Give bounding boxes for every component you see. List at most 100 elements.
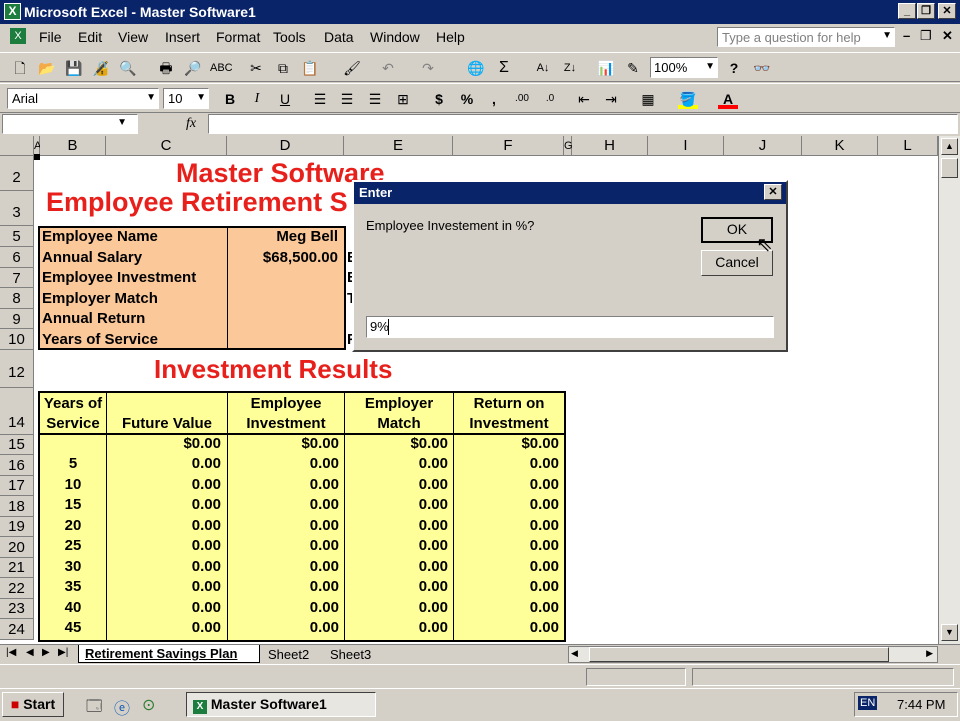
results-cell[interactable]: 0.00 <box>345 619 448 636</box>
row-header[interactable]: 18 <box>0 496 34 517</box>
results-cell[interactable]: 25 <box>40 537 106 554</box>
menu-file[interactable]: File <box>39 29 62 45</box>
spelling-icon[interactable]: ABC <box>210 58 233 78</box>
results-cell[interactable]: $0.00 <box>345 435 448 452</box>
first-sheet-icon[interactable]: |◀ <box>6 647 16 658</box>
prev-sheet-icon[interactable]: ◀ <box>26 647 34 658</box>
results-cell[interactable]: 0.00 <box>228 578 339 595</box>
results-cell[interactable]: 0.00 <box>345 517 448 534</box>
row-header[interactable]: 24 <box>0 619 34 640</box>
tab-retirement-savings-plan[interactable]: Retirement Savings Plan <box>78 645 260 663</box>
restore-button[interactable]: ❐ <box>917 3 935 19</box>
redo-icon[interactable]: ↷ <box>418 58 438 78</box>
language-indicator[interactable]: EN <box>858 696 878 710</box>
results-cell[interactable]: 0.00 <box>107 619 221 636</box>
results-header[interactable]: Employer <box>345 395 453 412</box>
decrease-decimal-icon[interactable]: .0 <box>540 89 560 109</box>
menu-format[interactable]: Format <box>216 29 260 45</box>
sheet-subtitle[interactable]: Employee Retirement S <box>46 187 352 218</box>
results-cell[interactable]: 0.00 <box>228 517 339 534</box>
results-cell[interactable]: 0.00 <box>107 578 221 595</box>
results-cell[interactable]: 0.00 <box>454 517 559 534</box>
results-cell[interactable]: 0.00 <box>454 455 559 472</box>
info-label[interactable]: Employer Match <box>42 290 226 307</box>
scroll-left-icon[interactable]: ◀ <box>571 648 578 659</box>
results-cell[interactable]: 0.00 <box>107 517 221 534</box>
results-cell[interactable]: 0.00 <box>454 476 559 493</box>
chevron-down-icon[interactable]: ▼ <box>882 30 892 41</box>
row-header[interactable]: 3 <box>0 191 34 226</box>
autosum-icon[interactable]: Σ <box>494 58 514 78</box>
results-cell[interactable]: 0.00 <box>345 537 448 554</box>
results-cell[interactable]: 40 <box>40 599 106 616</box>
formula-input[interactable] <box>208 114 958 134</box>
menu-data[interactable]: Data <box>324 29 354 45</box>
row-header[interactable]: 17 <box>0 476 34 496</box>
column-header-b[interactable]: B <box>40 136 106 156</box>
results-cell[interactable]: 10 <box>40 476 106 493</box>
last-sheet-icon[interactable]: ▶| <box>58 647 68 658</box>
row-header[interactable]: 2 <box>0 156 34 191</box>
results-title[interactable]: Investment Results <box>154 354 392 385</box>
print-icon[interactable]: 🖶 <box>156 58 176 78</box>
row-header[interactable]: 10 <box>0 329 34 350</box>
comma-icon[interactable]: , <box>484 89 504 109</box>
save-icon[interactable]: 💾 <box>64 58 84 78</box>
info-label[interactable]: Years of Service <box>42 331 226 348</box>
row-header[interactable]: 19 <box>0 517 34 537</box>
results-cell[interactable]: 0.00 <box>345 578 448 595</box>
next-sheet-icon[interactable]: ▶ <box>42 647 50 658</box>
row-header[interactable]: 9 <box>0 309 34 329</box>
sort-descending-icon[interactable]: Z↓ <box>560 58 580 78</box>
borders-icon[interactable]: ▦ <box>638 89 658 109</box>
copy-icon[interactable]: ⧉ <box>273 58 293 78</box>
menu-tools[interactable]: Tools <box>273 29 306 45</box>
column-header-l[interactable]: L <box>878 136 938 156</box>
search-file-icon[interactable]: 🔍 <box>118 58 138 78</box>
italic-icon[interactable]: I <box>247 89 267 109</box>
results-cell[interactable]: 20 <box>40 517 106 534</box>
permission-icon[interactable]: 🔏 <box>91 58 111 78</box>
chevron-down-icon[interactable]: ▼ <box>705 61 715 72</box>
currency-icon[interactable]: $ <box>429 89 449 109</box>
bold-icon[interactable]: B <box>220 89 240 109</box>
sort-ascending-icon[interactable]: A↓ <box>533 58 553 78</box>
results-cell[interactable]: 0.00 <box>228 599 339 616</box>
align-center-icon[interactable]: ☰ <box>337 89 357 109</box>
name-box[interactable]: ▼ <box>2 114 138 134</box>
scroll-up-icon[interactable]: ▲ <box>941 138 958 155</box>
column-header-e[interactable]: E <box>344 136 453 156</box>
results-cell[interactable]: 0.00 <box>228 619 339 636</box>
print-preview-icon[interactable]: 🔎 <box>183 58 203 78</box>
hyperlink-icon[interactable]: 🌐 <box>466 58 486 78</box>
row-header[interactable]: 5 <box>0 226 34 247</box>
results-cell[interactable]: 5 <box>40 455 106 472</box>
dialog-input[interactable]: 9% <box>366 316 774 338</box>
select-all-corner[interactable] <box>0 136 34 156</box>
column-header-h[interactable]: H <box>572 136 648 156</box>
results-header[interactable]: Investment <box>228 415 344 432</box>
row-header[interactable]: 20 <box>0 537 34 558</box>
results-cell[interactable]: 0.00 <box>107 496 221 513</box>
row-header[interactable]: 8 <box>0 288 34 309</box>
results-cell[interactable]: 0.00 <box>454 496 559 513</box>
column-header-f[interactable]: F <box>453 136 564 156</box>
quicklaunch-icon[interactable]: ⊙ <box>142 695 155 715</box>
row-header[interactable]: 7 <box>0 268 34 288</box>
scroll-thumb[interactable] <box>941 158 958 178</box>
results-cell[interactable]: 0.00 <box>454 599 559 616</box>
results-cell[interactable]: 0.00 <box>454 558 559 575</box>
row-header[interactable]: 21 <box>0 558 34 578</box>
results-cell[interactable]: 45 <box>40 619 106 636</box>
tab-sheet2[interactable]: Sheet2 <box>268 647 309 662</box>
menu-help[interactable]: Help <box>436 29 465 45</box>
percent-icon[interactable]: % <box>457 89 477 109</box>
scroll-down-icon[interactable]: ▼ <box>941 624 958 641</box>
row-header[interactable]: 12 <box>0 350 34 388</box>
new-icon[interactable]: 🗋 <box>10 58 30 78</box>
chevron-down-icon[interactable]: ▼ <box>117 117 127 128</box>
undo-icon[interactable]: ↶ <box>378 58 398 78</box>
decrease-indent-icon[interactable]: ⇤ <box>574 89 594 109</box>
results-cell[interactable]: 0.00 <box>454 578 559 595</box>
chevron-down-icon[interactable]: ▼ <box>146 92 156 103</box>
